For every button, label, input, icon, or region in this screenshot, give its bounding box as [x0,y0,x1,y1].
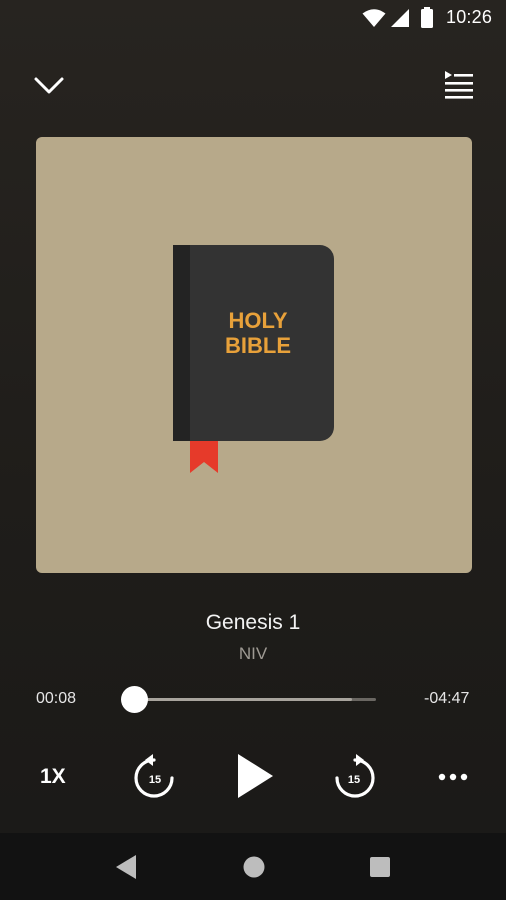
seek-thumb[interactable] [121,686,148,713]
buffered-bar [134,698,352,701]
playlist-icon [445,71,473,99]
forward-15-button[interactable]: 15 [330,753,376,799]
collapse-player-button[interactable] [33,72,67,98]
more-options-button[interactable] [437,770,469,782]
recents-icon[interactable] [369,856,391,878]
track-subtitle: NIV [238,644,268,663]
signal-icon [391,9,409,27]
home-icon[interactable] [242,855,266,879]
rewind-15-icon: 15 [134,754,174,798]
battery-icon [421,7,433,28]
album-artwork: HOLY BIBLE [36,137,472,573]
rewind-seconds-label: 15 [149,774,161,786]
queue-button[interactable] [443,70,475,100]
rewind-15-button[interactable]: 15 [133,753,179,799]
status-bar: 10:26 [0,0,506,36]
status-time: 10:26 [446,7,493,27]
forward-seconds-label: 15 [348,774,360,786]
book-title-line2: BIBLE [225,333,291,358]
forward-15-icon: 15 [335,754,375,798]
more-icon [438,773,468,781]
playback-speed-button[interactable]: 1X [40,765,66,789]
play-button[interactable] [234,752,276,800]
wifi-icon [362,9,386,27]
remaining-time: -04:47 [424,690,470,707]
chevron-down-icon [34,77,64,94]
elapsed-time: 00:08 [36,690,77,707]
play-icon [238,754,273,798]
holy-bible-book-image: HOLY BIBLE [173,245,334,473]
track-title: Genesis 1 [205,611,301,634]
book-title-line1: HOLY [228,308,287,333]
seek-bar[interactable] [134,698,376,701]
player-screen: 10:26 HOLY BIBLE Genesis 1 NIV 00:08 -04… [0,0,506,900]
back-icon[interactable] [114,854,138,880]
navigation-bar [0,833,506,900]
